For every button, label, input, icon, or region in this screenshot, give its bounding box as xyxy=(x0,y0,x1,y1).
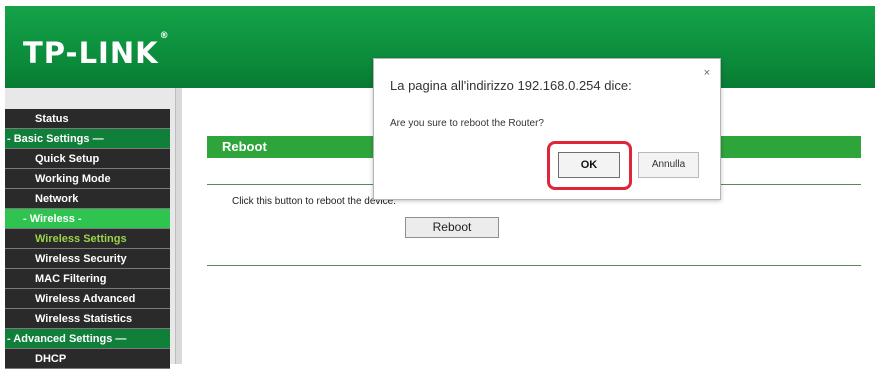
ok-button[interactable]: OK xyxy=(558,152,620,178)
tp-link-logo: TP-LINK® xyxy=(23,31,170,70)
sidebar-section-basic-settings[interactable]: - Basic Settings — xyxy=(5,129,170,149)
sidebar-item-network[interactable]: Network xyxy=(5,189,170,209)
cancel-button[interactable]: Annulla xyxy=(638,152,699,178)
sidebar-item-wireless-advanced[interactable]: Wireless Advanced xyxy=(5,289,170,309)
divider-bottom xyxy=(207,265,861,266)
sidebar-item-wireless-settings[interactable]: Wireless Settings xyxy=(5,229,170,249)
sidebar-item-wireless[interactable]: - Wireless - xyxy=(5,209,170,229)
confirm-dialog: La pagina all'indirizzo 192.168.0.254 di… xyxy=(373,58,721,200)
sidebar-item-dhcp[interactable]: DHCP xyxy=(5,349,170,369)
close-icon[interactable]: × xyxy=(704,67,710,79)
sidebar-item-mac-filtering[interactable]: MAC Filtering xyxy=(5,269,170,289)
sidebar-item-quick-setup[interactable]: Quick Setup xyxy=(5,149,170,169)
dialog-title: La pagina all'indirizzo 192.168.0.254 di… xyxy=(390,78,632,93)
sidebar-menu: Status - Basic Settings — Quick Setup Wo… xyxy=(5,109,170,369)
sidebar-item-wireless-statistics[interactable]: Wireless Statistics xyxy=(5,309,170,329)
frame-separator xyxy=(175,88,182,364)
sidebar-item-wireless-security[interactable]: Wireless Security xyxy=(5,249,170,269)
reboot-button[interactable]: Reboot xyxy=(405,217,499,238)
sidebar-section-advanced-settings[interactable]: - Advanced Settings — xyxy=(5,329,170,349)
sidebar-item-working-mode[interactable]: Working Mode xyxy=(5,169,170,189)
dialog-message: Are you sure to reboot the Router? xyxy=(390,118,544,129)
reboot-hint-text: Click this button to reboot the device. xyxy=(232,196,396,207)
sidebar-item-status[interactable]: Status xyxy=(5,109,170,129)
section-title: Reboot xyxy=(222,139,267,154)
